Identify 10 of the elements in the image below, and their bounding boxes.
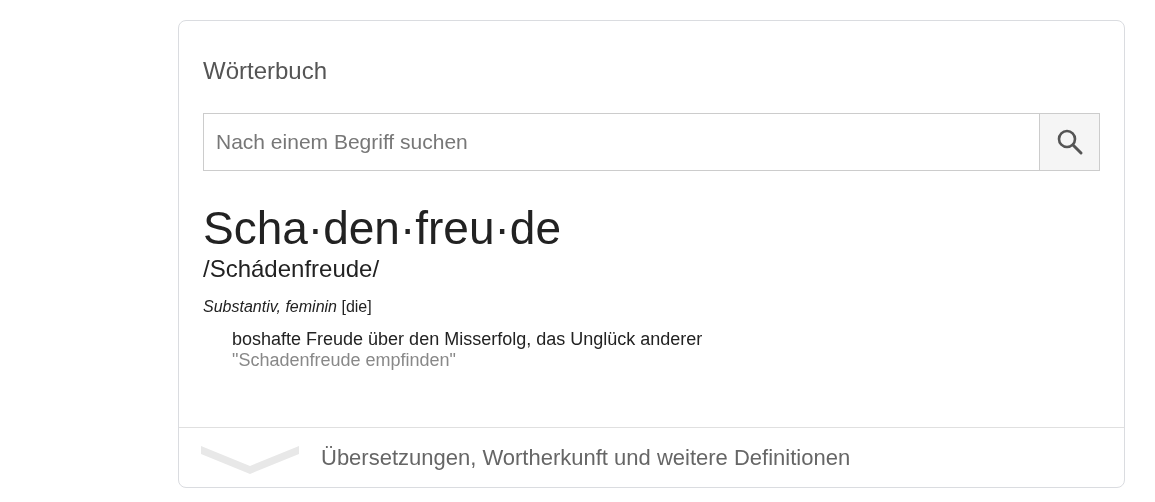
headword: Scha·den·freu·de xyxy=(203,201,562,255)
example-text: "Schadenfreude empfinden" xyxy=(232,350,457,371)
more-definitions-link[interactable]: Übersetzungen, Wortherkunft und weitere Definitionen xyxy=(321,441,851,474)
card-title: Wörterbuch xyxy=(203,57,329,85)
search-icon xyxy=(1055,128,1084,156)
definition-text: boshafte Freude über den Misserfolg, das Unglück anderer xyxy=(232,329,704,350)
search-button[interactable] xyxy=(1040,113,1100,171)
part-of-speech: Substantiv, feminin [die] xyxy=(203,297,373,317)
search-field[interactable]: Nach einem Begriff suchen xyxy=(203,113,1040,171)
pronunciation: /Schádenfreude/ xyxy=(203,255,381,283)
